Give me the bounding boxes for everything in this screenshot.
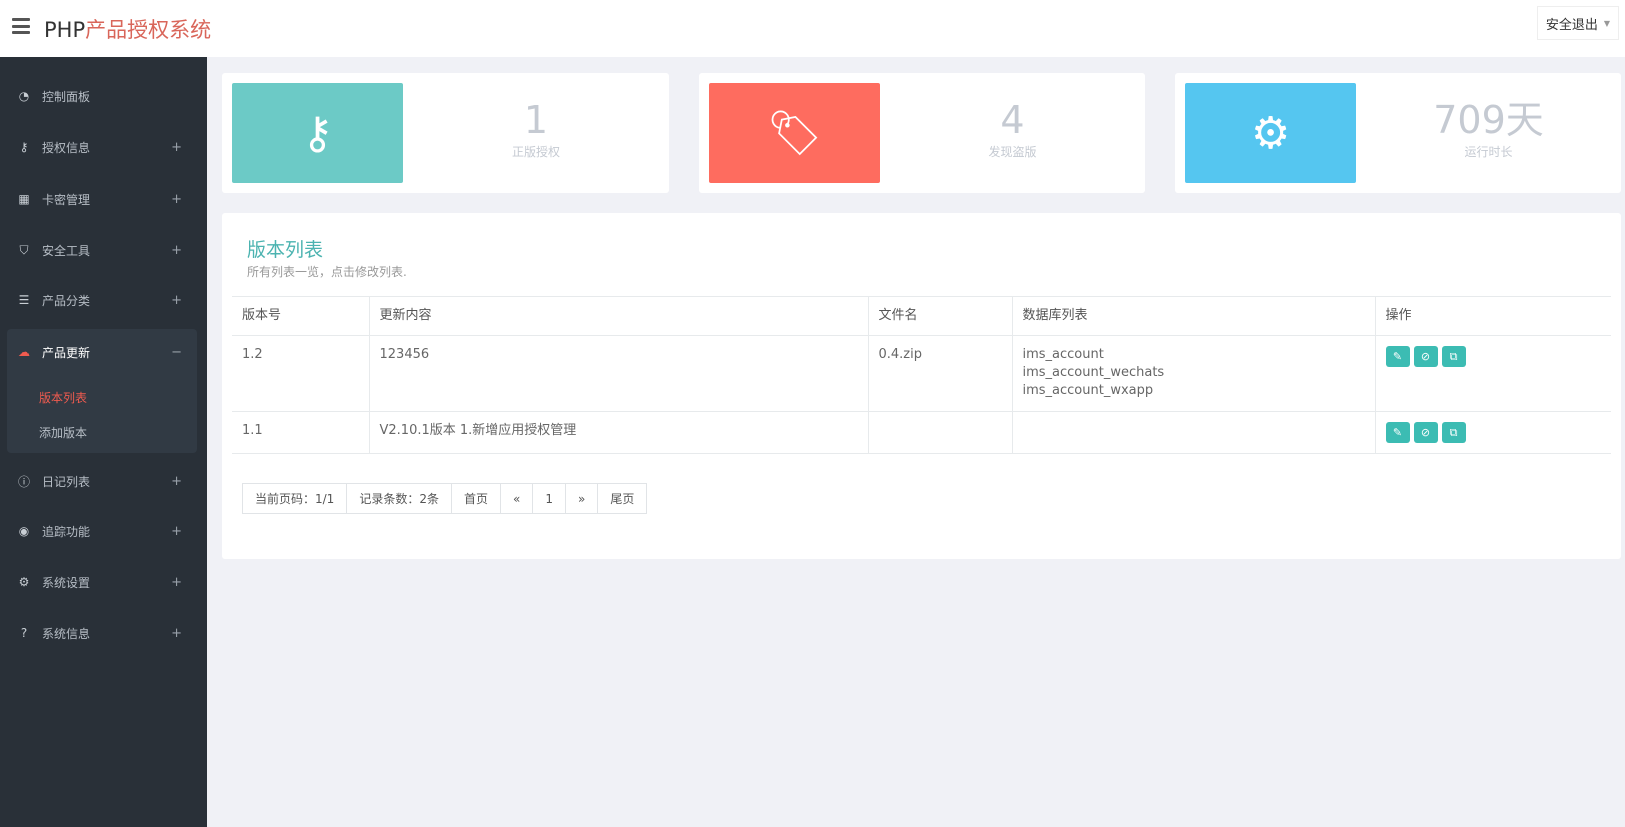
pager-current: 当前页码：1/1	[255, 492, 335, 506]
sidebar-item-update[interactable]: ☁ 产品更新 −	[0, 337, 207, 367]
edit-icon[interactable]: ✎	[1385, 346, 1410, 367]
sidebar-sub-add-version[interactable]: 添加版本	[39, 424, 87, 441]
key-icon: ⚷	[19, 140, 29, 154]
gears-icon: ⚙	[18, 575, 30, 589]
app-title: PHP产品授权系统	[44, 18, 212, 42]
pager-count: 记录条数：2条	[346, 484, 451, 513]
panel-title: 版本列表	[247, 239, 324, 261]
table-header: 版本号 更新内容 文件名 数据库列表 操作	[232, 296, 1611, 336]
sidebar-item-security[interactable]: ⛉ 安全工具 +	[0, 235, 207, 265]
question-icon: ?	[20, 626, 28, 640]
sidebar-item-tracking[interactable]: ◉ 追踪功能 +	[0, 516, 207, 546]
cloud-upload-icon: ☁	[18, 345, 30, 359]
pager-first[interactable]: 首页	[450, 484, 500, 513]
pager-page-1[interactable]: 1	[532, 484, 565, 513]
caret-down-icon: ▼	[1603, 18, 1610, 28]
stat-card-uptime: ⚙ 709天 运行时长	[1175, 73, 1621, 193]
stat-card-licensed: ⚷ 1 正版授权	[222, 73, 669, 193]
pager-prev[interactable]: «	[499, 484, 532, 513]
version-list-panel: 版本列表 所有列表一览，点击修改列表. 版本号 更新内容 文件名 数据库列表 操…	[222, 213, 1621, 559]
sidebar-item-license[interactable]: ⚷ 授权信息 +	[0, 132, 207, 162]
target-icon: ◉	[18, 524, 30, 538]
version-table: 版本号 更新内容 文件名 数据库列表 操作 1.2 123456 0.4.zip…	[232, 296, 1611, 454]
logout-button[interactable]: 安全退出 ▼	[1536, 6, 1619, 40]
disable-icon[interactable]: ⊘	[1413, 422, 1438, 443]
key-icon: ⚷	[232, 83, 403, 183]
top-header: PHP产品授权系统 安全退出 ▼	[0, 0, 1625, 57]
panel-subtitle: 所有列表一览，点击修改列表.	[247, 265, 407, 279]
sidebar-item-cards[interactable]: ▦ 卡密管理 +	[0, 184, 207, 214]
sidebar-item-category[interactable]: ☰ 产品分类 +	[0, 285, 207, 315]
edit-icon[interactable]: ✎	[1385, 422, 1410, 443]
copy-icon[interactable]: ⧉	[1441, 422, 1466, 443]
sidebar: ◔ 控制面板 ⚷ 授权信息 + ▦ 卡密管理 + ⛉ 安全工具 + ☰ 产品分类 + ☁ 产品更新 −…	[0, 57, 207, 827]
sidebar-item-settings[interactable]: ⚙ 系统设置 +	[0, 567, 207, 597]
menu-toggle-icon[interactable]	[12, 18, 30, 34]
disable-icon[interactable]: ⊘	[1413, 346, 1438, 367]
table-row: 1.1 V2.10.1版本 1.新增应用授权管理 ✎ ⊘ ⧉	[232, 411, 1611, 454]
table-row: 1.2 123456 0.4.zip ims_account ims_accoun…	[232, 335, 1611, 412]
qrcode-icon: ▦	[18, 192, 30, 206]
dashboard-icon: ◔	[18, 89, 30, 103]
gears-icon: ⚙	[1185, 83, 1356, 183]
list-icon: ☰	[18, 293, 30, 307]
sidebar-item-sysinfo[interactable]: ? 系统信息 +	[0, 618, 207, 648]
sidebar-item-dashboard[interactable]: ◔ 控制面板	[0, 81, 207, 111]
pager-next[interactable]: »	[564, 484, 597, 513]
copy-icon[interactable]: ⧉	[1441, 346, 1466, 367]
shield-icon: ⛉	[19, 242, 29, 257]
sidebar-sub-version-list[interactable]: 版本列表	[39, 389, 87, 406]
stat-card-pirated: 🏷︎ 4 发现盗版	[699, 73, 1145, 193]
sidebar-item-logs[interactable]: ⓘ 日记列表 +	[0, 466, 207, 496]
tags-icon: 🏷︎	[709, 83, 880, 183]
pager-last[interactable]: 尾页	[597, 484, 646, 513]
info-icon: ⓘ	[17, 474, 30, 489]
pagination: 当前页码：1/1 记录条数：2条 首页 « 1 » 尾页	[242, 483, 648, 514]
